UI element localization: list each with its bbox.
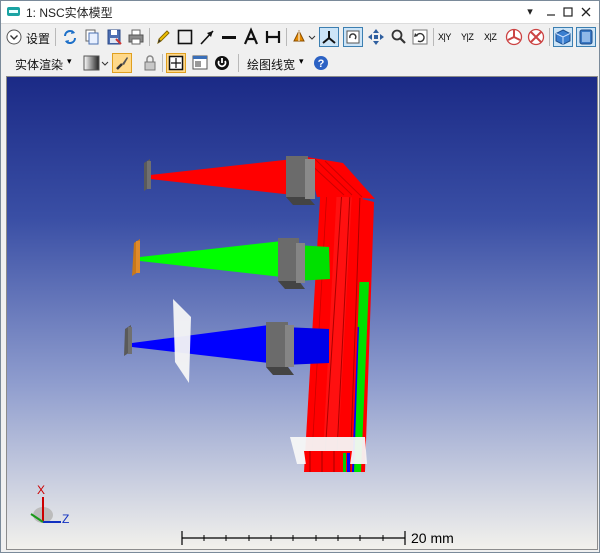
gradient-icon <box>83 55 109 71</box>
scale-bar <box>181 531 406 545</box>
lock-icon <box>144 55 156 71</box>
move-icon <box>368 29 384 45</box>
brush-icon <box>116 57 128 70</box>
window-title: 1: NSC实体模型 <box>26 6 113 20</box>
separator <box>433 28 434 46</box>
line-button[interactable] <box>220 27 238 47</box>
lock-button[interactable] <box>141 53 159 73</box>
rectangle-icon <box>177 29 193 45</box>
solid-model-viewport[interactable]: X Z 20 mm <box>6 76 598 550</box>
refresh-button[interactable] <box>61 27 79 47</box>
separator <box>55 28 56 46</box>
solid-view-button[interactable] <box>553 27 573 47</box>
arrow-button[interactable] <box>198 27 216 47</box>
shading-dropdown[interactable] <box>82 53 110 73</box>
axis-x-label: X <box>37 483 45 497</box>
chevron-down-icon: ▾ <box>67 56 72 66</box>
render-mode-label: 实体渲染 <box>15 58 64 72</box>
view-orientation-button[interactable] <box>290 27 316 47</box>
separator <box>162 54 163 72</box>
axis-z-label: Z <box>62 512 69 526</box>
undo-icon <box>412 29 428 45</box>
cube-icon <box>555 29 571 46</box>
optical-layout-scene: X Z <box>30 156 406 545</box>
rotate-view-button[interactable] <box>343 27 363 47</box>
axis-triad: X Z <box>30 483 69 526</box>
minimize-button[interactable] <box>542 3 560 21</box>
fit-view-button[interactable] <box>166 53 186 73</box>
toolbar-main: 设置 X|Y Y|Z X|Z <box>1 24 599 50</box>
refresh-render-button[interactable] <box>213 53 231 73</box>
view-xz-label: X|Z <box>484 32 497 42</box>
save-icon <box>107 29 122 45</box>
text-button[interactable] <box>242 27 260 47</box>
help-icon: ? <box>314 56 328 70</box>
rotate-icon <box>346 30 360 44</box>
help-button[interactable]: ? <box>312 53 330 73</box>
pan-button[interactable] <box>367 27 385 47</box>
zoom-button[interactable] <box>389 27 407 47</box>
window: 1: NSC实体模型 ▾ 设置 X|Y Y|Z X|Z 实体渲染 ▾ 绘图线宽 … <box>0 0 600 553</box>
fan-icon <box>505 28 523 46</box>
title-bar: 1: NSC实体模型 ▾ <box>1 1 599 24</box>
settings-label: 设置 <box>26 32 51 46</box>
rotate-y-button[interactable] <box>526 27 546 47</box>
scale-label: 20 mm <box>411 530 454 546</box>
magnifier-icon <box>391 29 406 44</box>
separator <box>238 54 239 72</box>
pencil-icon <box>157 30 170 45</box>
axis-rotate-button[interactable] <box>319 27 339 47</box>
chevron-down-icon: ▾ <box>299 56 304 66</box>
maximize-button[interactable] <box>559 3 577 21</box>
print-button[interactable] <box>127 27 145 47</box>
arrow-icon <box>200 30 214 45</box>
vertical-beam-bundle <box>304 182 374 473</box>
fan-x-icon <box>527 28 545 46</box>
dimension-icon <box>265 31 281 43</box>
copy-icon <box>85 29 99 45</box>
separator <box>549 28 550 46</box>
save-button[interactable] <box>105 27 123 47</box>
layout-button[interactable] <box>576 27 596 47</box>
print-icon <box>128 29 144 45</box>
dropdown-icon[interactable]: ▾ <box>521 3 539 21</box>
paint-tool-button[interactable] <box>112 53 132 73</box>
line-width-dropdown[interactable]: 绘图线宽 ▾ <box>245 53 307 73</box>
dimension-button[interactable] <box>264 27 282 47</box>
power-icon <box>215 56 229 70</box>
toolbar-secondary: 实体渲染 ▾ 绘图线宽 ▾ ? <box>1 50 599 76</box>
separator <box>149 28 150 46</box>
axes-icon <box>322 31 336 44</box>
render-mode-dropdown[interactable]: 实体渲染 ▾ <box>13 53 75 73</box>
copy-button[interactable] <box>83 27 101 47</box>
line-icon <box>222 36 236 39</box>
line-width-label: 绘图线宽 <box>247 58 296 72</box>
separator <box>286 28 287 46</box>
text-a-icon <box>243 27 259 45</box>
view-orientation-icon <box>293 29 316 42</box>
svg-text:?: ? <box>318 58 325 70</box>
window-button[interactable] <box>191 53 209 73</box>
close-button[interactable] <box>577 3 595 21</box>
rotate-x-button[interactable] <box>504 27 524 47</box>
layout-icon <box>579 29 593 45</box>
blue-beam-path <box>124 299 329 383</box>
rectangle-button[interactable] <box>176 27 194 47</box>
refresh-icon <box>64 30 76 44</box>
green-beam-path <box>132 238 330 289</box>
window-icon <box>192 55 208 70</box>
view-yz-label: Y|Z <box>461 32 474 42</box>
reset-view-button[interactable] <box>411 27 429 47</box>
pencil-button[interactable] <box>154 27 172 47</box>
app-icon <box>7 7 20 16</box>
chevron-down-icon <box>6 29 22 45</box>
view-xy-label: X|Y <box>438 32 451 42</box>
fit-icon <box>168 55 184 71</box>
